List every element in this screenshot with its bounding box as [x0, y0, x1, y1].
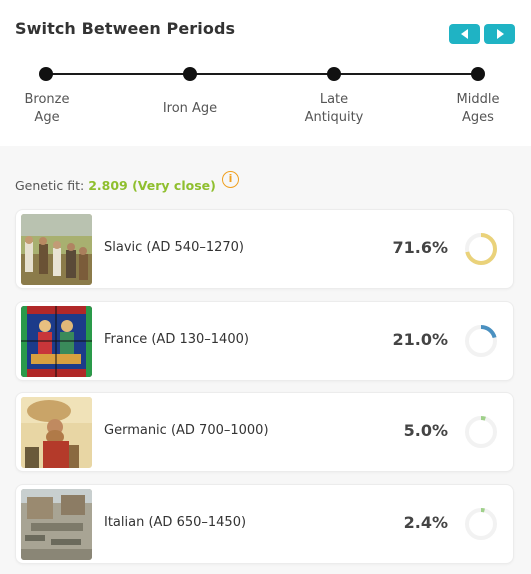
thumbnail-image: [21, 306, 92, 377]
result-card-france[interactable]: France (AD 130–1400) 21.0%: [15, 301, 514, 381]
result-card-germanic[interactable]: Germanic (AD 700–1000) 5.0%: [15, 392, 514, 472]
result-card-italian[interactable]: Italian (AD 650–1450) 2.4%: [15, 484, 514, 564]
genetic-fit-row: Genetic fit: 2.809 (Very close): [15, 178, 216, 193]
population-percent: 21.0%: [392, 330, 448, 349]
genetic-fit-value: 2.809 (Very close): [88, 178, 216, 193]
population-name: Germanic (AD 700–1000): [104, 423, 269, 438]
population-name: France (AD 130–1400): [104, 332, 249, 347]
population-name: Italian (AD 650–1450): [104, 515, 247, 530]
timeline-dot-late-antiquity[interactable]: [327, 67, 341, 81]
timeline-label-late-antiquity[interactable]: Late Antiquity: [284, 91, 384, 127]
result-card-slavic[interactable]: Slavic (AD 540–1270) 71.6%: [15, 209, 514, 289]
label-line: Iron Age: [162, 101, 218, 116]
period-switcher-panel: Switch Between Periods Bronze Age Iron A…: [0, 0, 531, 146]
population-percent: 71.6%: [392, 238, 448, 257]
population-percent: 5.0%: [403, 421, 448, 440]
previous-period-button[interactable]: [449, 24, 480, 44]
thumbnail-image: [21, 397, 92, 468]
percent-ring: [465, 416, 497, 448]
timeline-track: [46, 73, 478, 75]
population-percent: 2.4%: [403, 513, 448, 532]
label-line: Age: [34, 110, 60, 125]
timeline-label-iron-age[interactable]: Iron Age: [140, 100, 240, 118]
timeline-label-bronze-age[interactable]: Bronze Age: [0, 91, 97, 127]
painting-warrior-icon: [21, 397, 92, 468]
percent-ring: [465, 508, 497, 540]
timeline-dot-iron-age[interactable]: [183, 67, 197, 81]
percent-ring: [465, 233, 497, 265]
thumbnail-image: [21, 214, 92, 285]
painting-villagers-icon: [21, 214, 92, 285]
population-name: Slavic (AD 540–1270): [104, 240, 244, 255]
triangle-left-icon: [460, 29, 468, 39]
label-line: Late: [319, 92, 349, 107]
stained-glass-icon: [21, 306, 92, 377]
percent-ring: [465, 325, 497, 357]
label-line: Bronze: [24, 92, 70, 107]
timeline-dot-middle-ages[interactable]: [471, 67, 485, 81]
genetic-fit-label: Genetic fit:: [15, 178, 85, 193]
thumbnail-image: [21, 489, 92, 560]
timeline-label-middle-ages[interactable]: Middle Ages: [428, 91, 528, 127]
panel-title: Switch Between Periods: [15, 19, 236, 38]
label-line: Antiquity: [304, 110, 364, 125]
next-period-button[interactable]: [484, 24, 515, 44]
label-line: Middle: [456, 92, 500, 107]
info-icon[interactable]: i: [222, 171, 239, 188]
photo-ruins-icon: [21, 489, 92, 560]
triangle-right-icon: [496, 29, 504, 39]
timeline-dot-bronze-age[interactable]: [39, 67, 53, 81]
label-line: Ages: [462, 110, 494, 125]
